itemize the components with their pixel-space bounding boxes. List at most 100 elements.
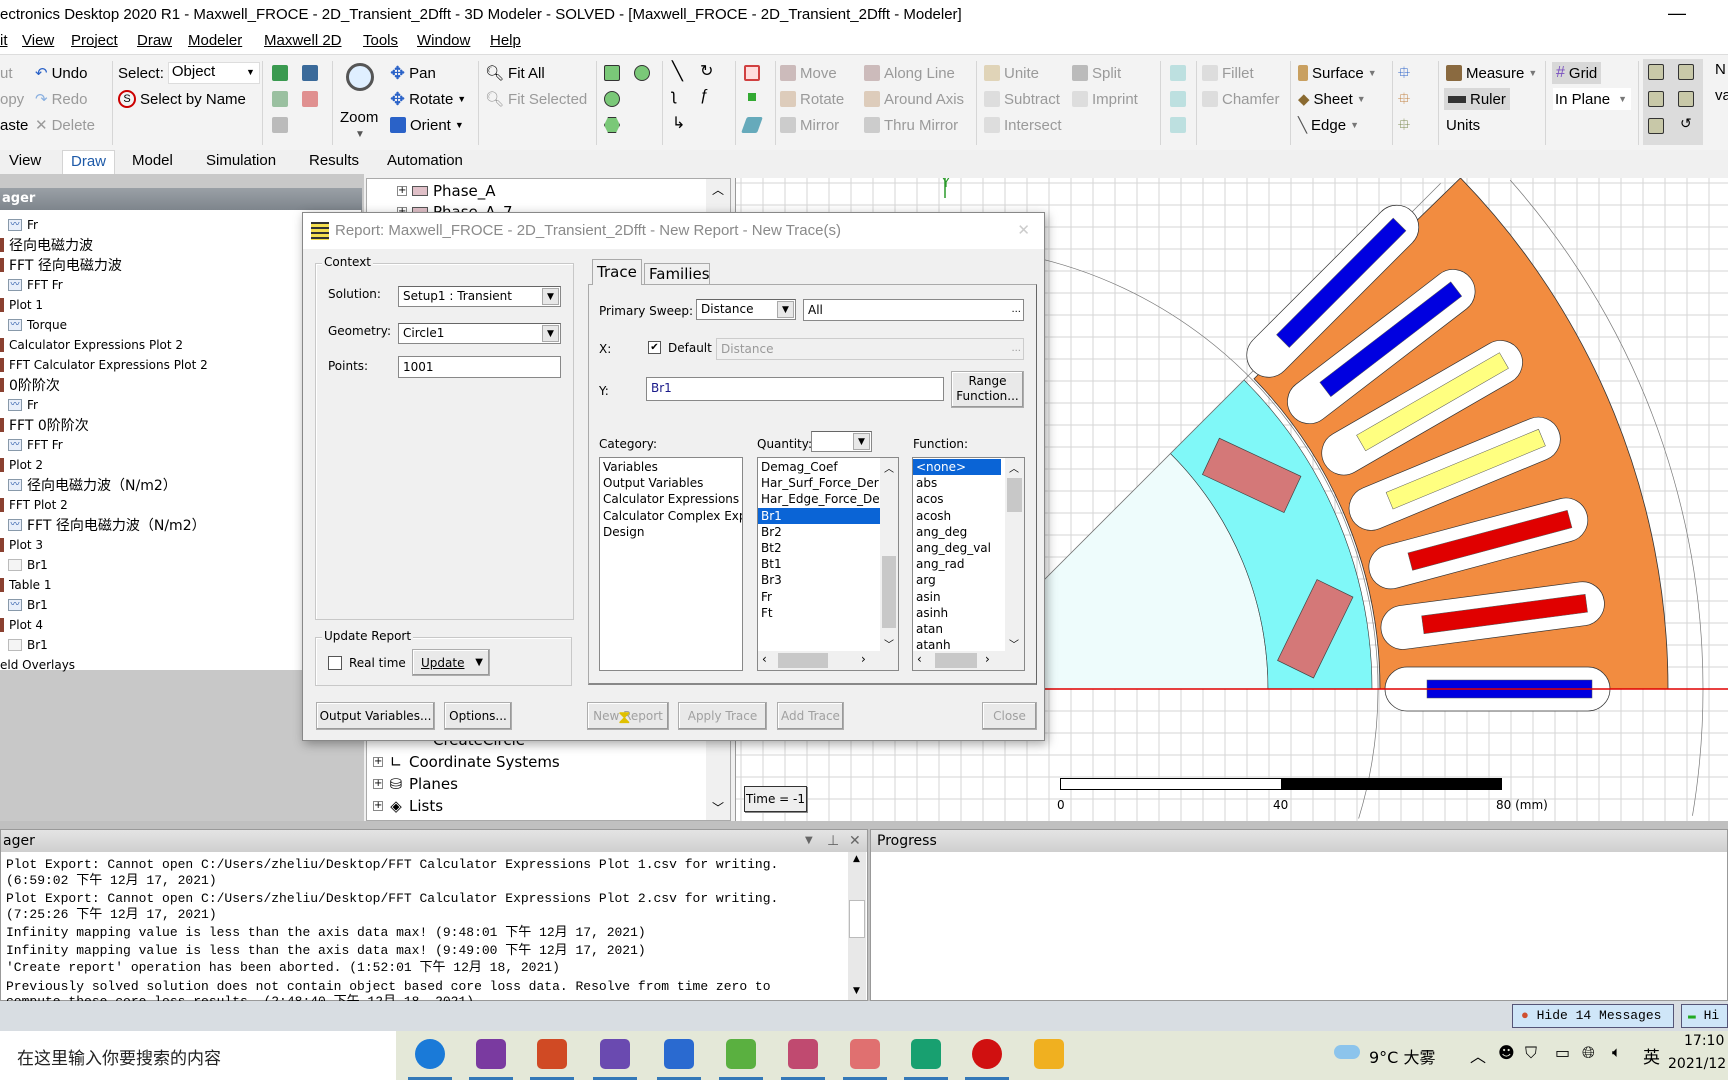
list-item[interactable]: Calculator Expressions (600, 491, 742, 507)
list-item[interactable]: Bt1 (758, 556, 880, 572)
dropdown-icon[interactable]: ▼ (805, 830, 813, 852)
snap-grid-icon[interactable] (1648, 64, 1664, 80)
imprint-button[interactable]: Imprint (1072, 88, 1138, 110)
list-item[interactable]: Br1 (758, 507, 880, 524)
snap-vertex-icon[interactable] (1678, 64, 1694, 80)
sweep-range-field[interactable]: All... (803, 299, 1024, 321)
range-function-button[interactable]: Range Function... (951, 371, 1024, 408)
messages-scrollbar[interactable]: ▲ ▼ (848, 852, 866, 1000)
select-by-name-button[interactable]: S Select by Name (118, 88, 246, 110)
menu-draw[interactable]: Draw (137, 32, 172, 49)
list-item[interactable]: Bt2 (758, 540, 880, 556)
face-cs-icon[interactable]: ⯐ (1398, 114, 1410, 141)
cut-button[interactable]: ut (0, 62, 13, 84)
plane-icon[interactable] (741, 117, 763, 133)
list-item[interactable]: Calculator Complex Expr (600, 508, 742, 524)
tree-item[interactable]: Br1 (2, 556, 48, 574)
weather-text[interactable]: 9°C 大雾 (1369, 1044, 1435, 1068)
tree-item[interactable]: Br1 (2, 636, 48, 654)
orient-button[interactable]: Orient ▼ (390, 114, 464, 136)
list-item[interactable]: Variables (600, 459, 742, 475)
show-icon[interactable] (272, 65, 288, 81)
thru-mirror-button[interactable]: Thru Mirror (864, 114, 958, 136)
equation-curve-icon[interactable]: ƒ (700, 87, 709, 105)
tree-item[interactable]: 〰 Fr (2, 396, 38, 414)
list-item[interactable]: abs (913, 475, 1001, 491)
category-list[interactable]: Variables Output Variables Calculator Expr… (599, 457, 743, 671)
rotate-object-button[interactable]: Rotate (780, 88, 844, 110)
scroll-up-icon[interactable]: ▲ (853, 854, 860, 864)
clock-time[interactable]: 17:10 (1684, 1033, 1724, 1049)
menu-project[interactable]: Project (71, 32, 118, 49)
list-item[interactable]: arg (913, 572, 1001, 588)
tree-item[interactable]: Plot 3 (0, 536, 43, 554)
sheet-button[interactable]: ◆ Sheet ▼ (1298, 88, 1366, 110)
tab-simulation[interactable]: Simulation (206, 152, 276, 169)
unite-button[interactable]: Unite (984, 62, 1039, 84)
list-item[interactable]: ang_rad (913, 556, 1001, 572)
center-arc-icon[interactable]: ↳ (672, 113, 685, 133)
list-item[interactable]: Fr (758, 589, 880, 605)
tree-item[interactable]: Plot 1 (0, 296, 43, 314)
tree-item[interactable]: 〰 FFT 径向电磁力波（N/m2） (2, 516, 206, 534)
along-line-button[interactable]: Along Line (864, 62, 955, 84)
mirror-button[interactable]: Mirror (780, 114, 839, 136)
view-icon[interactable] (302, 65, 318, 81)
tab-automation[interactable]: Automation (387, 152, 463, 169)
taskbar-onenote-icon[interactable] (476, 1039, 506, 1069)
move-button[interactable]: Move (780, 62, 837, 84)
quantity-scroll-thumb[interactable] (882, 556, 896, 628)
point-icon[interactable] (748, 93, 756, 101)
expand-icon[interactable]: + (373, 757, 383, 767)
tab-model[interactable]: Model (132, 152, 173, 169)
taskbar-acrobat-icon[interactable] (850, 1039, 880, 1069)
tab-results[interactable]: Results (309, 152, 359, 169)
tree-item[interactable]: FFT 0阶阶次 (0, 416, 89, 434)
hide-messages-button[interactable]: ● Hide 14 Messages (1512, 1004, 1674, 1028)
new-report-button[interactable]: New Report ⧗ (587, 702, 669, 730)
close-icon[interactable]: ✕ (1017, 213, 1030, 249)
function-scroll-thumb[interactable] (1007, 478, 1022, 512)
subtract-button[interactable]: Subtract (984, 88, 1060, 110)
relative-cs-icon[interactable]: ⯐ (1398, 88, 1410, 115)
close-icon[interactable]: ✕ (849, 830, 861, 852)
sweep-range-ellipsis-button[interactable]: ... (1011, 300, 1021, 320)
sweep-along-vector-icon[interactable] (1170, 65, 1186, 81)
model-tree-item[interactable]: + Phase_A (397, 182, 496, 200)
tree-item[interactable]: Plot 2 (0, 456, 43, 474)
taskbar-paint-icon[interactable] (600, 1039, 630, 1069)
expand-icon[interactable]: + (373, 779, 383, 789)
chamfer-button[interactable]: Chamfer (1202, 88, 1280, 110)
messages-scroll-thumb[interactable] (849, 900, 865, 938)
tab-families[interactable]: Families (644, 263, 710, 285)
tree-item[interactable]: 〰 FFT Fr (2, 436, 63, 454)
x-default-checkbox[interactable]: ✔ (648, 341, 661, 354)
taskbar-notepad-icon[interactable] (664, 1039, 694, 1069)
edge-button[interactable]: ╲ Edge ▼ (1298, 114, 1359, 136)
snap-center-icon[interactable] (1648, 118, 1664, 134)
ellipse-icon[interactable] (604, 91, 620, 107)
around-axis-button[interactable]: Around Axis (864, 88, 964, 110)
delete-button[interactable]: ✕ Delete (35, 114, 95, 136)
taskbar-powerpoint-icon[interactable] (537, 1039, 567, 1069)
clock-date[interactable]: 2021/12 (1668, 1056, 1726, 1072)
scroll-right-icon[interactable]: › (861, 652, 866, 666)
tree-item[interactable]: Plot 4 (0, 616, 43, 634)
model-tree-item[interactable]: + ∟ Coordinate Systems (373, 753, 560, 771)
snap-edge-icon[interactable] (1648, 91, 1664, 107)
sweep-along-path-icon[interactable] (1170, 117, 1186, 133)
list-item[interactable]: Ft (758, 605, 880, 621)
scroll-left-icon[interactable]: ‹ (917, 652, 922, 666)
list-item[interactable]: acos (913, 491, 1001, 507)
snap-face-icon[interactable] (1678, 91, 1694, 107)
list-item[interactable]: ang_deg_val (913, 540, 1001, 556)
update-button[interactable]: Update ▼ (412, 649, 490, 676)
fillet-button[interactable]: Fillet (1202, 62, 1254, 84)
tab-trace[interactable]: Trace (592, 259, 642, 285)
output-variables-button[interactable]: Output Variables... (316, 702, 435, 730)
list-item[interactable]: atan (913, 621, 1001, 637)
menu-it[interactable]: it (0, 32, 8, 49)
scroll-up-icon[interactable]: ︿ (712, 181, 724, 198)
taskbar-search-box[interactable]: 在这里输入你要搜索的内容 (0, 1031, 396, 1080)
y-expression-input[interactable]: Br1 (646, 377, 944, 401)
